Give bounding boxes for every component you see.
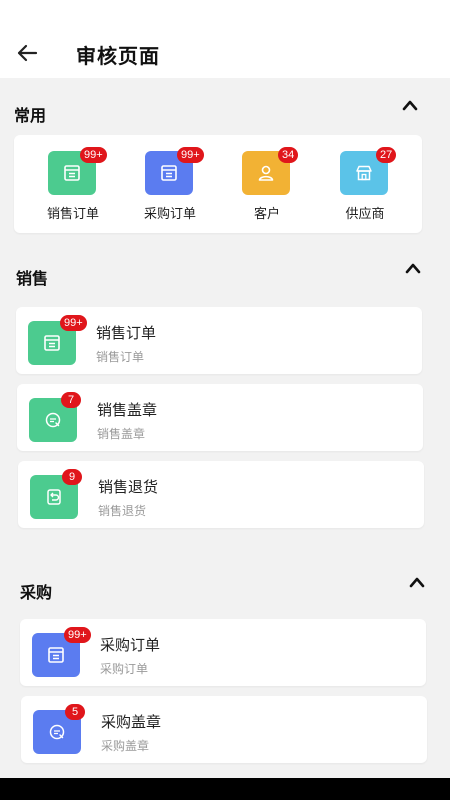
badge: 5: [65, 704, 85, 720]
list-item-sales-stamp[interactable]: 7 销售盖章 销售盖章: [17, 384, 423, 451]
section-title-purchase: 采购: [20, 583, 53, 602]
list-item-subtitle: 销售订单: [96, 350, 145, 364]
section-title-common: 常用: [14, 106, 47, 125]
order-box-icon: [64, 165, 80, 181]
common-item-label: 采购订单: [143, 207, 196, 222]
collapse-common-button[interactable]: [399, 94, 421, 116]
badge: 9: [62, 469, 82, 485]
common-item-label: 客户: [253, 207, 280, 222]
badge: 99+: [177, 147, 204, 163]
common-item-label: 销售订单: [46, 207, 99, 222]
list-item-purchase-stamp[interactable]: 5 采购盖章 采购盖章: [21, 696, 427, 763]
common-item-purchase-order[interactable]: 99+ 采购订单: [125, 145, 215, 225]
list-item-subtitle: 采购盖章: [101, 739, 150, 753]
page-title: 审核页面: [76, 44, 160, 68]
common-card: 99+ 销售订单 99+ 采购订单 34 客户 27 供应商: [14, 135, 422, 233]
collapse-purchase-button[interactable]: [406, 571, 428, 593]
bottom-bar: [0, 778, 450, 800]
badge: 99+: [64, 627, 91, 643]
list-item-sales-return[interactable]: 9 销售退货 销售退货: [18, 461, 424, 528]
common-item-customer[interactable]: 34 客户: [222, 145, 312, 225]
chevron-up-icon: [405, 263, 421, 274]
list-item-subtitle: 采购订单: [100, 662, 149, 676]
list-item-subtitle: 销售退货: [98, 504, 147, 518]
list-item-title: 销售盖章: [97, 401, 158, 419]
list-item-title: 采购盖章: [101, 713, 162, 731]
badge: 34: [278, 147, 299, 163]
section-title-sales: 销售: [16, 269, 49, 288]
stamp-icon: [49, 724, 65, 740]
list-item-title: 销售订单: [96, 324, 157, 342]
order-box-icon: [161, 165, 177, 181]
list-item-sales-order[interactable]: 99+ 销售订单 销售订单: [16, 307, 422, 374]
top-bar: 审核页面: [0, 0, 450, 78]
store-icon: [356, 165, 372, 181]
list-item-title: 采购订单: [100, 636, 161, 654]
chevron-up-icon: [409, 577, 425, 588]
badge: 99+: [60, 315, 87, 331]
list-item-subtitle: 销售盖章: [97, 427, 146, 441]
stamp-icon: [45, 412, 61, 428]
order-box-icon: [48, 647, 64, 663]
return-icon: [47, 489, 61, 505]
order-box-icon: [44, 335, 60, 351]
common-item-label: 供应商: [345, 207, 385, 222]
list-item-purchase-order[interactable]: 99+ 采购订单 采购订单: [20, 619, 426, 686]
customer-icon: [258, 165, 274, 181]
badge: 99+: [80, 147, 107, 163]
badge: 7: [61, 392, 81, 408]
common-item-supplier[interactable]: 27 供应商: [320, 145, 410, 225]
collapse-sales-button[interactable]: [402, 257, 424, 279]
arrow-left-icon: [17, 44, 38, 62]
badge: 27: [376, 147, 397, 163]
common-item-sales-order[interactable]: 99+ 销售订单: [28, 145, 118, 225]
chevron-up-icon: [402, 100, 418, 111]
list-item-title: 销售退货: [98, 478, 159, 496]
back-button[interactable]: [12, 38, 42, 68]
